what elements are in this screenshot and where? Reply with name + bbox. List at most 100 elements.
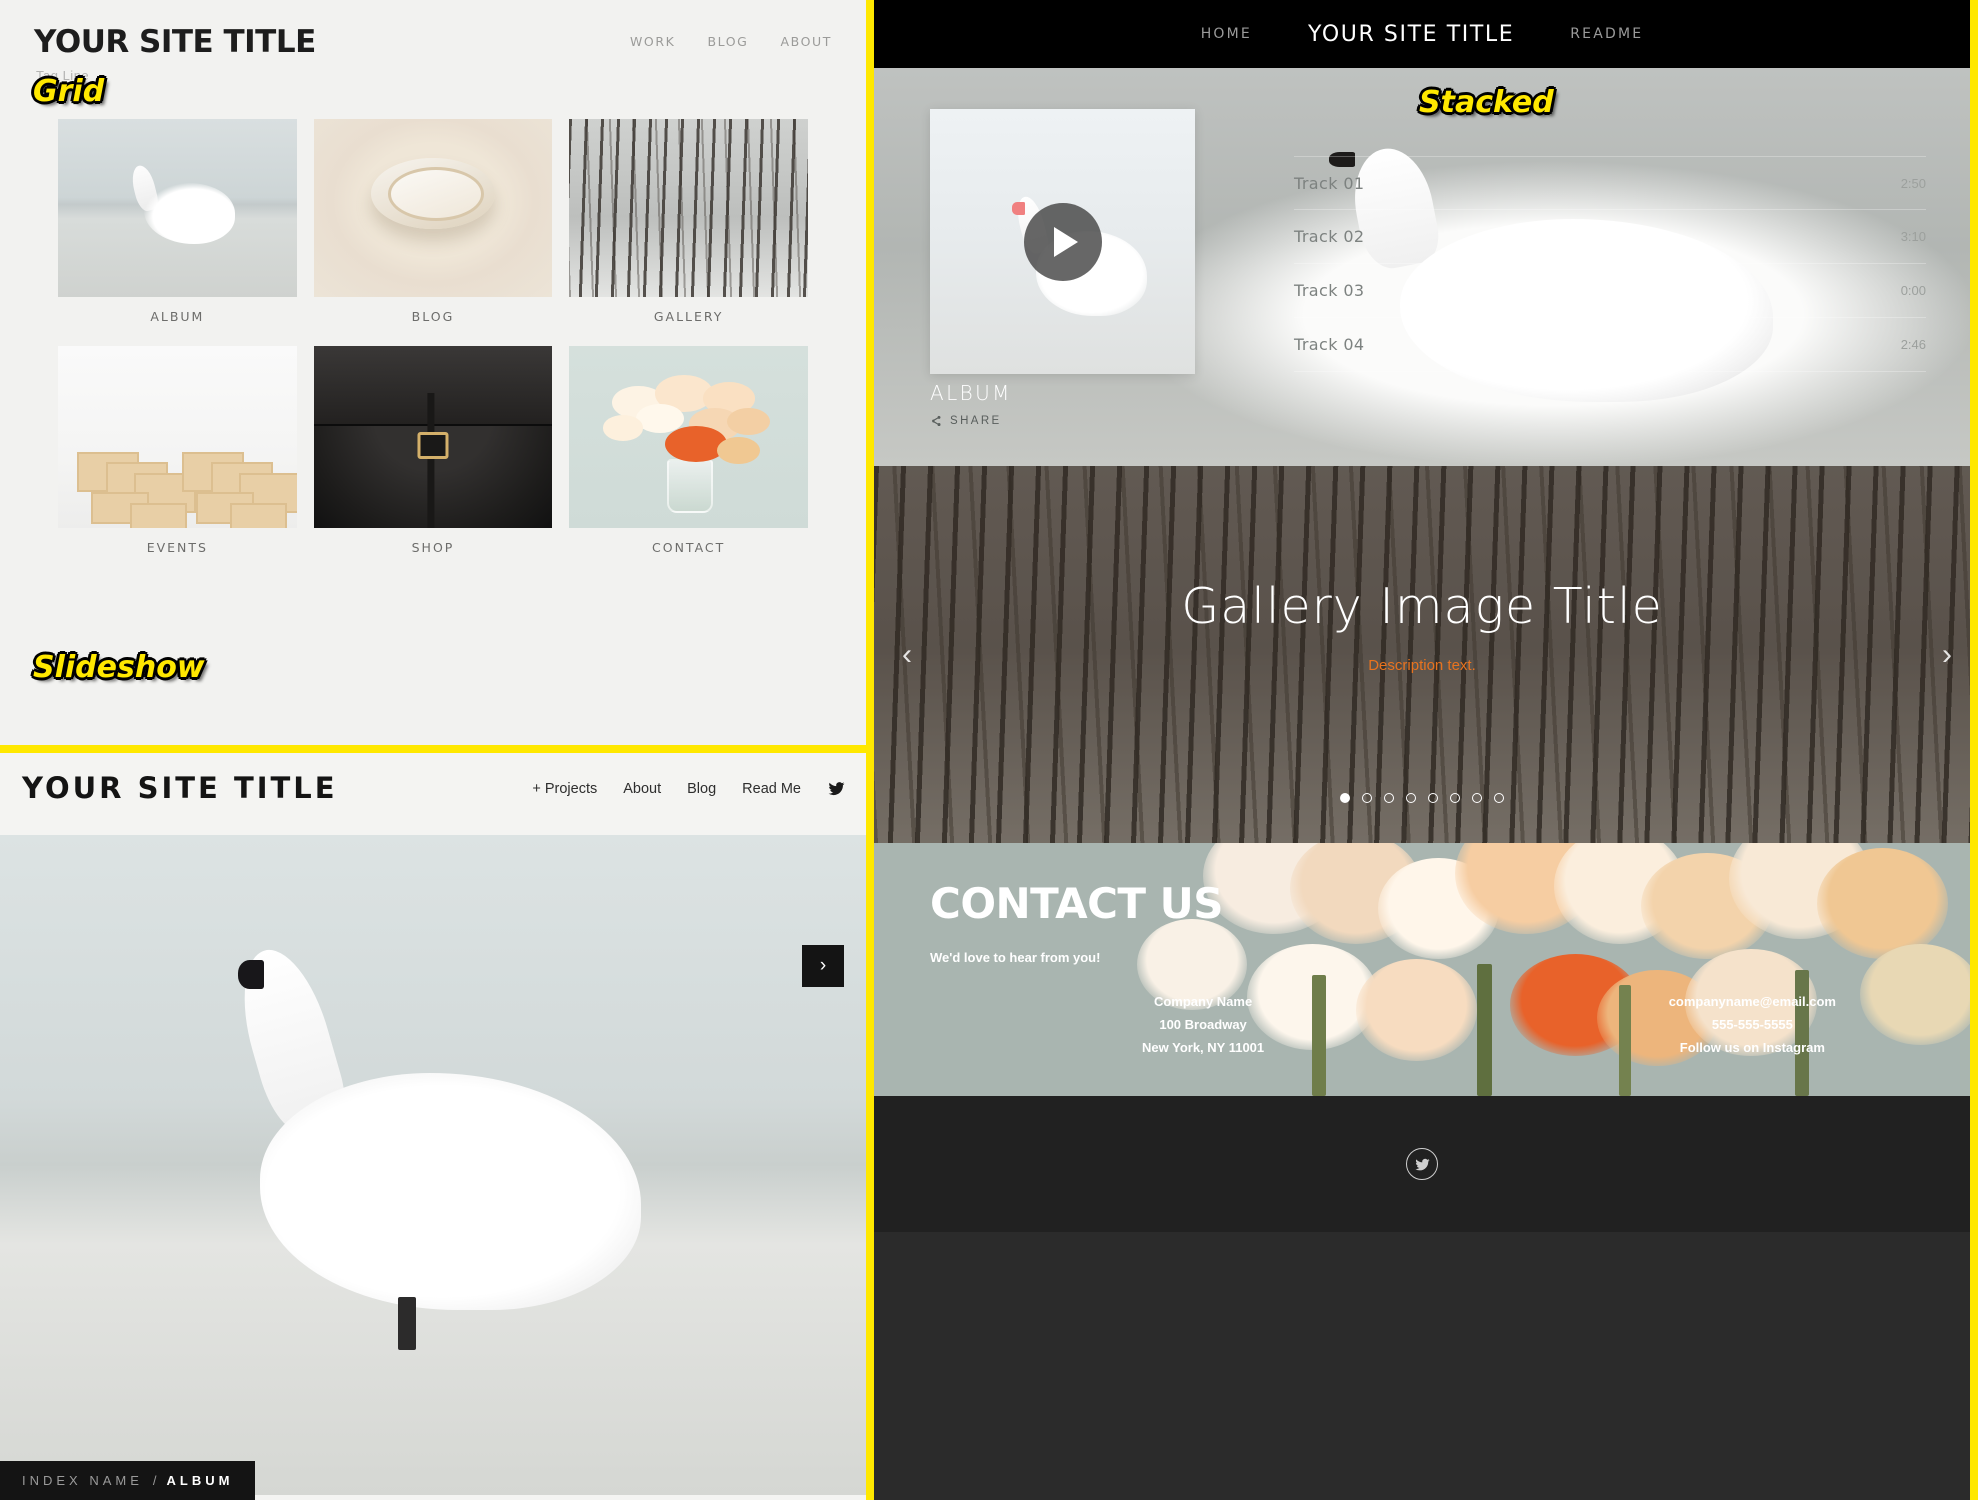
track-name: Track 03 xyxy=(1294,281,1365,300)
track-duration: 0:00 xyxy=(1900,283,1926,298)
company-instagram[interactable]: Follow us on Instagram xyxy=(1669,1037,1836,1060)
gallery-caption: Gallery Image Title Description text. xyxy=(874,578,1970,674)
track-row[interactable]: Track 02 3:10 xyxy=(1294,210,1926,264)
stacked-site-title[interactable]: YOUR SITE TITLE xyxy=(1308,22,1514,47)
contact-section: CONTACT US We'd love to hear from you! C… xyxy=(874,843,1970,1096)
grid-cell-label: GALLERY xyxy=(653,309,724,324)
grid-cell-blog[interactable]: BLOG xyxy=(313,119,553,340)
track-row[interactable]: Track 01 2:50 xyxy=(1294,156,1926,210)
album-section: ALBUM SHARE Track 01 2:50 Track 02 3:10 xyxy=(874,68,1970,466)
breadcrumb-separator: / xyxy=(152,1473,157,1488)
badge-stacked: Stacked xyxy=(1419,85,1554,120)
breadcrumb: INDEX NAME / ALBUM xyxy=(0,1461,256,1500)
gallery-description: Description text. xyxy=(1368,657,1476,674)
track-name: Track 01 xyxy=(1294,173,1365,193)
badge-slideshow: Slideshow xyxy=(33,650,205,685)
screenshot-stage: YOUR SITE TITLE Tag Line WORK BLOG ABOUT… xyxy=(0,0,1978,1500)
gallery-dot[interactable] xyxy=(1384,793,1394,803)
album-meta: ALBUM SHARE xyxy=(930,381,1012,427)
grid-nav-item-blog[interactable]: BLOG xyxy=(707,34,748,49)
grid-cell-label: ALBUM xyxy=(150,309,205,324)
blog-thumbnail[interactable] xyxy=(313,119,553,297)
share-icon xyxy=(932,415,941,427)
grid-nav: WORK BLOG ABOUT xyxy=(630,34,832,49)
contact-heading-block: CONTACT US We'd love to hear from you! xyxy=(930,879,1224,965)
company-name: Company Name xyxy=(1153,994,1253,1009)
panel-divider-right-edge xyxy=(1970,0,1978,1500)
gallery-section: ‹ › Gallery Image Title Description text… xyxy=(874,466,1970,843)
gallery-dot[interactable] xyxy=(1340,793,1350,803)
track-duration: 3:10 xyxy=(1900,229,1926,244)
track-duration: 2:50 xyxy=(1900,175,1926,191)
grid-nav-item-about[interactable]: ABOUT xyxy=(780,34,832,49)
stacked-nav-item-readme[interactable]: README xyxy=(1570,26,1643,42)
grid-cell-gallery[interactable]: GALLERY xyxy=(569,119,808,340)
breadcrumb-current: ALBUM xyxy=(166,1473,234,1488)
chevron-right-icon: › xyxy=(819,955,827,976)
contact-thumbnail[interactable] xyxy=(569,346,808,528)
stacked-nav: HOME YOUR SITE TITLE README xyxy=(874,0,1970,68)
grid-cell-label: BLOG xyxy=(411,309,455,324)
panel-divider-horizontal xyxy=(0,745,874,753)
slideshow-layout-panel: YOUR SITE TITLE + Projects About Blog Re… xyxy=(0,753,866,1500)
company-city: New York, NY 11001 xyxy=(1142,1039,1265,1055)
company-street: 100 Broadway xyxy=(1159,1016,1247,1032)
gallery-thumbnail[interactable] xyxy=(569,119,808,297)
grid-cell-label: EVENTS xyxy=(146,540,208,555)
track-list: Track 01 2:50 Track 02 3:10 Track 03 0:0… xyxy=(1294,156,1926,372)
shop-thumbnail[interactable] xyxy=(313,346,553,528)
breadcrumb-index-name[interactable]: INDEX NAME xyxy=(22,1473,143,1488)
album-thumbnail[interactable] xyxy=(58,119,297,297)
track-duration: 2:46 xyxy=(1900,337,1926,352)
track-name: Track 02 xyxy=(1294,227,1365,246)
badge-grid: Grid xyxy=(33,74,105,109)
gallery-dot[interactable] xyxy=(1450,793,1460,803)
slideshow-nav-item-about[interactable]: About xyxy=(623,781,661,797)
stacked-layout-panel: HOME YOUR SITE TITLE README ALBUM SHARE xyxy=(874,0,1970,1500)
share-label: SHARE xyxy=(950,415,1002,427)
contact-title: CONTACT US xyxy=(930,879,1224,928)
gallery-dot[interactable] xyxy=(1428,793,1438,803)
contact-address-column: Company Name 100 Broadway New York, NY 1… xyxy=(1142,991,1264,1059)
stacked-nav-item-home[interactable]: HOME xyxy=(1201,26,1252,42)
slideshow-nav-item-readme[interactable]: Read Me xyxy=(742,781,801,797)
grid-cell-album[interactable]: ALBUM xyxy=(58,119,297,340)
grid-cell-shop[interactable]: SHOP xyxy=(313,346,553,571)
twitter-icon[interactable] xyxy=(827,779,846,798)
events-thumbnail[interactable] xyxy=(58,346,297,528)
stacked-footer xyxy=(874,1096,1970,1232)
slideshow-header: YOUR SITE TITLE + Projects About Blog Re… xyxy=(0,753,866,815)
grid-cell-label: SHOP xyxy=(411,540,455,555)
grid-tagline: Tag Line xyxy=(36,68,90,83)
track-row[interactable]: Track 04 2:46 xyxy=(1294,318,1926,372)
grid-nav-item-work[interactable]: WORK xyxy=(630,34,675,49)
twitter-icon[interactable] xyxy=(1406,1148,1438,1180)
slideshow-image xyxy=(259,1072,641,1311)
contact-details-column: companyname@email.com 555-555-5555 Follo… xyxy=(1669,991,1836,1059)
company-phone: 555-555-5555 xyxy=(1711,1016,1793,1032)
track-row[interactable]: Track 03 0:00 xyxy=(1294,264,1926,318)
slideshow-nav-item-projects[interactable]: + Projects xyxy=(532,781,597,797)
contact-subtitle: We'd love to hear from you! xyxy=(930,950,1101,965)
contact-columns: Company Name 100 Broadway New York, NY 1… xyxy=(874,991,1970,1059)
album-title: ALBUM xyxy=(930,381,1012,405)
share-button[interactable]: SHARE xyxy=(930,415,1012,427)
slideshow-nav-item-blog[interactable]: Blog xyxy=(687,781,716,797)
company-email[interactable]: companyname@email.com xyxy=(1669,991,1836,1014)
slideshow-nav: + Projects About Blog Read Me xyxy=(532,779,846,798)
grid-cell-label: CONTACT xyxy=(652,540,726,555)
gallery-dot[interactable] xyxy=(1362,793,1372,803)
grid-site-title: YOUR SITE TITLE xyxy=(34,24,316,60)
slideshow-stage: › xyxy=(0,835,866,1495)
gallery-image-title: Gallery Image Title xyxy=(1181,578,1663,635)
gallery-dot[interactable] xyxy=(1494,793,1504,803)
gallery-dot[interactable] xyxy=(1406,793,1416,803)
grid-cell-events[interactable]: EVENTS xyxy=(58,346,297,571)
play-icon[interactable] xyxy=(1023,202,1102,281)
slideshow-next-button[interactable]: › xyxy=(802,945,844,987)
grid-cell-contact[interactable]: CONTACT xyxy=(569,346,808,571)
twitter-bird-icon xyxy=(1414,1158,1430,1170)
album-cover-art[interactable] xyxy=(930,109,1195,374)
gallery-dot[interactable] xyxy=(1472,793,1482,803)
gallery-pagination-dots xyxy=(874,793,1970,803)
